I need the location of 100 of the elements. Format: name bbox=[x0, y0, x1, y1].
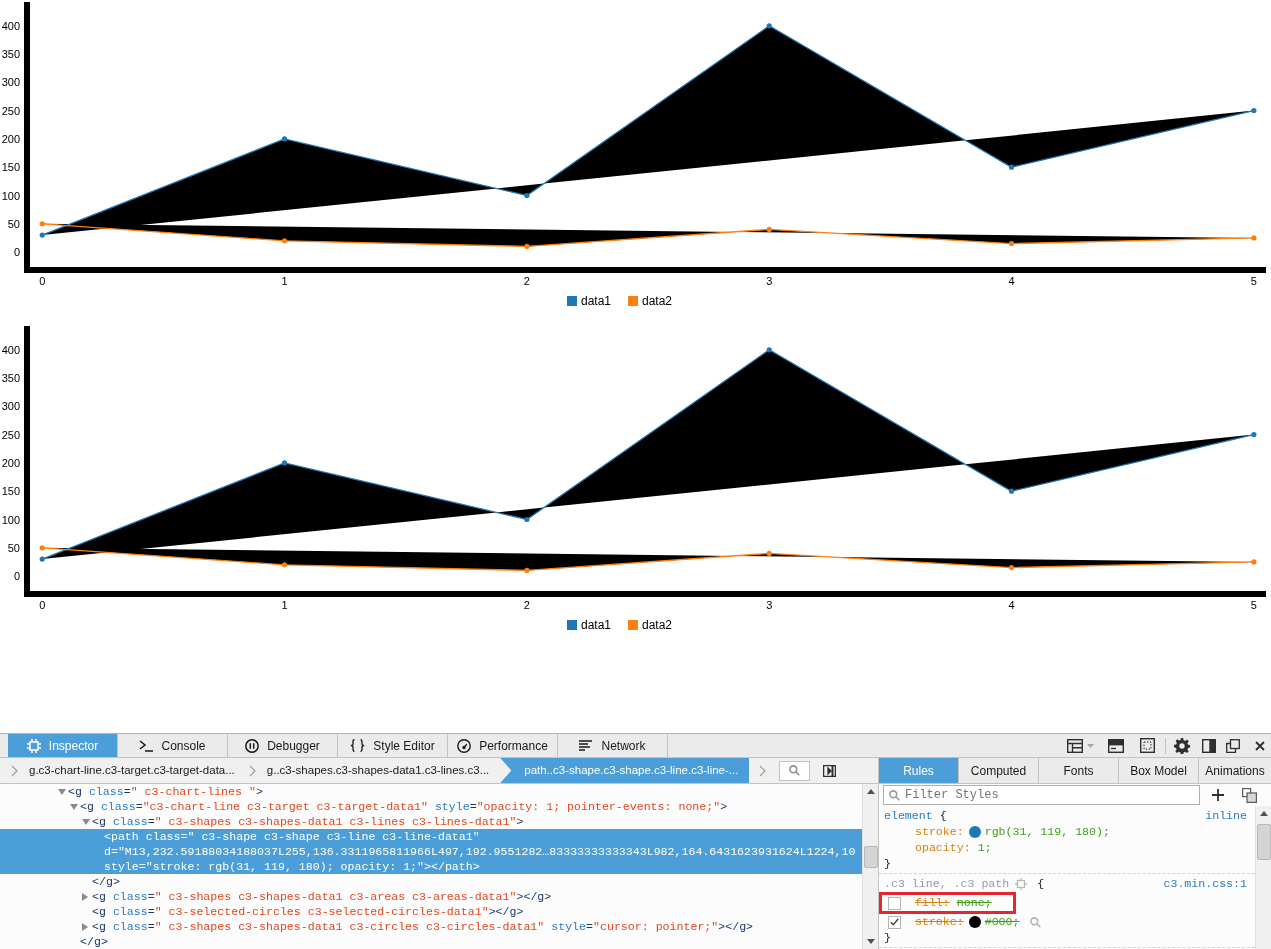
data-point[interactable] bbox=[1008, 488, 1015, 494]
markup-node[interactable]: <g class=" c3-shapes c3-shapes-data1 c3-circles c3-circles-data1" style="cursor: pointer;"></g> bbox=[82, 919, 754, 934]
legend-label: data2 bbox=[642, 294, 673, 308]
curly-braces-icon bbox=[350, 739, 366, 752]
y-tick-label: 0 bbox=[13, 246, 20, 259]
data-point[interactable] bbox=[524, 567, 530, 573]
source-link[interactable]: inline bbox=[1205, 808, 1247, 824]
color-swatch-icon[interactable] bbox=[968, 916, 981, 928]
frame-icon[interactable] bbox=[1067, 738, 1083, 753]
markup-node[interactable]: <g class=" c3-chart-lines "> bbox=[58, 784, 263, 799]
dotted-square-icon[interactable] bbox=[1140, 738, 1155, 753]
legend-item[interactable]: data1 bbox=[567, 294, 612, 308]
property-value: 1; bbox=[977, 840, 992, 856]
legend-item[interactable]: data2 bbox=[628, 618, 673, 632]
markup-node[interactable]: <g class=" c3-shapes c3-shapes-data1 c3-areas c3-areas-data1"></g> bbox=[82, 889, 552, 904]
scrollbar[interactable] bbox=[1255, 806, 1271, 949]
overlapping-squares-icon[interactable] bbox=[1242, 787, 1257, 803]
scrollbar-thumb[interactable] bbox=[1256, 824, 1271, 860]
source-link[interactable]: c3.min.css:1 bbox=[1163, 876, 1247, 892]
sidebar-tab[interactable]: Animations bbox=[1199, 758, 1271, 783]
opening-brace: { bbox=[1037, 876, 1045, 892]
dock-side-icon[interactable] bbox=[1202, 738, 1216, 753]
checkmark-icon bbox=[890, 918, 899, 926]
up-arrow-icon[interactable] bbox=[1259, 811, 1268, 816]
legend-label: data1 bbox=[581, 618, 612, 632]
data-point[interactable] bbox=[766, 347, 772, 353]
markup-closing-tag[interactable]: </g> bbox=[80, 934, 108, 949]
close-icon[interactable] bbox=[1255, 740, 1265, 751]
markup-node[interactable]: <g class=" c3-shapes c3-shapes-data1 c3-lines c3-lines-data1"> bbox=[82, 814, 524, 829]
data-point[interactable] bbox=[766, 550, 772, 556]
devtools-tab[interactable]: Console bbox=[118, 734, 228, 757]
property-name: stroke: bbox=[915, 824, 964, 840]
triangle-down-icon[interactable] bbox=[82, 818, 90, 825]
markup-node[interactable]: <g class="c3-chart-line c3-target c3-target-data1" style="opacity: 1; pointer-events: none;"> bbox=[70, 799, 728, 814]
y-tick-label: 150 bbox=[1, 485, 20, 498]
color-swatch-icon[interactable] bbox=[968, 826, 981, 838]
sidebar-tab[interactable]: Box Model bbox=[1119, 758, 1199, 783]
devtools-tab[interactable]: Debugger bbox=[228, 734, 338, 757]
x-tick-label: 5 bbox=[1250, 275, 1257, 287]
y-tick-label: 300 bbox=[1, 400, 20, 413]
breadcrumb[interactable]: g.c3-chart-line.c3-target.c3-target-data... bbox=[22, 758, 242, 783]
data-point[interactable] bbox=[1008, 241, 1015, 247]
y-tick-label: 250 bbox=[1, 104, 20, 117]
sidebar-toggle-icon[interactable] bbox=[823, 764, 837, 777]
search-button[interactable] bbox=[779, 760, 811, 781]
data-point[interactable] bbox=[281, 460, 288, 466]
panel-icon[interactable] bbox=[1108, 738, 1124, 753]
legend-item[interactable]: data1 bbox=[567, 618, 612, 632]
property-value: rgb(31, 119, 180); bbox=[984, 824, 1110, 840]
triangle-down-icon[interactable] bbox=[58, 788, 66, 795]
data-point[interactable] bbox=[524, 192, 530, 199]
sidebar-tab[interactable]: Fonts bbox=[1039, 758, 1119, 783]
y-tick-label: 400 bbox=[1, 19, 20, 32]
legend-label: data1 bbox=[581, 294, 612, 308]
data-point[interactable] bbox=[281, 136, 288, 142]
property-name: stroke: bbox=[915, 914, 964, 930]
data-point[interactable] bbox=[281, 238, 288, 244]
breadcrumb[interactable]: g..c3-shapes.c3-shapes-data1.c3-lines.c3... bbox=[259, 758, 497, 783]
triangle-down-icon[interactable] bbox=[70, 803, 78, 810]
opening-brace: { bbox=[939, 808, 947, 824]
triangle-right-icon[interactable] bbox=[82, 892, 88, 901]
filter-styles-field[interactable]: Filter Styles bbox=[883, 785, 1200, 805]
data-point[interactable] bbox=[281, 562, 288, 568]
overlapping-windows-icon[interactable] bbox=[1226, 738, 1240, 753]
devtools-tab[interactable]: Network bbox=[558, 734, 668, 757]
text-lines-icon bbox=[579, 740, 594, 751]
devtools-tab[interactable]: Performance bbox=[448, 734, 558, 757]
y-tick-label: 350 bbox=[1, 372, 20, 385]
search-icon bbox=[889, 790, 900, 801]
closing-brace: } bbox=[884, 931, 891, 944]
x-tick-label: 4 bbox=[1008, 599, 1015, 611]
data-point[interactable] bbox=[766, 23, 772, 29]
markup-node[interactable]: <g class=" c3-selected-circles c3-selected-circles-data1"></g> bbox=[92, 904, 524, 919]
devtools-tab[interactable]: Style Editor bbox=[338, 734, 448, 757]
up-arrow-icon[interactable] bbox=[866, 789, 875, 794]
scrollbar[interactable] bbox=[862, 784, 878, 949]
data-point[interactable] bbox=[766, 226, 772, 232]
y-tick-label: 50 bbox=[7, 217, 20, 230]
y-tick-label: 100 bbox=[1, 513, 20, 526]
data-point[interactable] bbox=[524, 243, 530, 249]
triangle-right-icon[interactable] bbox=[82, 922, 88, 931]
checkbox[interactable] bbox=[888, 915, 901, 929]
y-tick-label: 250 bbox=[1, 428, 20, 441]
sidebar-tab[interactable]: Computed bbox=[959, 758, 1039, 783]
checkbox[interactable] bbox=[888, 896, 901, 910]
scrollbar-thumb[interactable] bbox=[863, 846, 878, 868]
legend-item[interactable]: data2 bbox=[628, 294, 673, 308]
settings-icon[interactable] bbox=[1174, 737, 1190, 754]
markup-closing-tag[interactable]: </g> bbox=[92, 874, 120, 889]
y-tick-label: 300 bbox=[1, 76, 20, 89]
data-point[interactable] bbox=[524, 516, 530, 523]
x-tick-label: 2 bbox=[523, 599, 530, 611]
y-tick-label: 350 bbox=[1, 48, 20, 61]
down-arrow-icon[interactable] bbox=[866, 939, 875, 944]
x-tick-label: 2 bbox=[523, 275, 530, 287]
data-point[interactable] bbox=[1008, 164, 1015, 170]
legend-label: data2 bbox=[642, 618, 673, 632]
plus-icon[interactable] bbox=[1212, 789, 1224, 801]
pause-circle-icon bbox=[245, 738, 260, 753]
data-point[interactable] bbox=[1008, 565, 1015, 571]
